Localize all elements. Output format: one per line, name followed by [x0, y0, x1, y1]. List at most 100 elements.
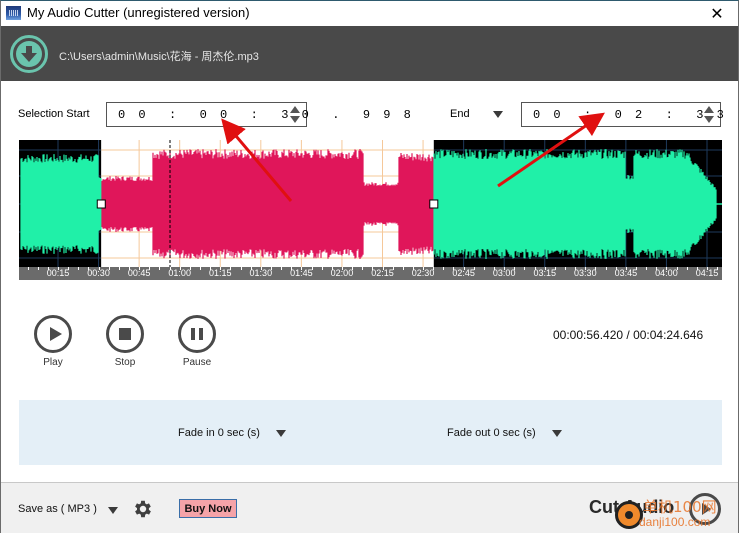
waveform-right — [433, 149, 717, 259]
timeline-tick — [707, 267, 708, 270]
timeline-tick — [412, 267, 414, 270]
play-button[interactable]: Play — [33, 315, 73, 368]
spin-up-icon[interactable] — [290, 106, 300, 113]
spin-down-icon[interactable] — [704, 116, 714, 123]
timeline-tick — [524, 267, 526, 270]
file-path: C:\Users\admin\Music\花海 - 周杰伦.mp3 — [59, 51, 259, 63]
timeline-tick — [250, 267, 252, 270]
timeline-tick — [311, 267, 313, 270]
timeline-tick — [27, 267, 29, 270]
timeline-tick — [514, 267, 516, 270]
end-dropdown-icon[interactable] — [493, 111, 503, 118]
selection-start-spinner[interactable] — [290, 106, 300, 124]
timeline-tick — [504, 267, 506, 270]
timeline-tick — [565, 267, 567, 270]
title-bar: My Audio Cutter (unregistered version) ✕ — [1, 1, 738, 26]
stop-icon — [106, 315, 144, 353]
waveform-panel[interactable]: 00:15 00:30 00:45 01:00 01:15 01:30 01:45 02:00… — [19, 140, 722, 280]
spin-up-icon[interactable] — [704, 106, 714, 113]
timeline-tick — [78, 267, 80, 270]
waveform[interactable] — [19, 140, 722, 267]
timeline-tick — [392, 267, 394, 270]
timeline-tick — [443, 267, 445, 270]
timeline-tick — [47, 267, 49, 270]
selection-start-handle[interactable] — [96, 199, 106, 209]
timeline-tick — [189, 267, 191, 270]
timeline-tick — [372, 267, 374, 270]
timeline-tick — [291, 267, 293, 270]
timeline-tick — [636, 267, 638, 270]
save-as-label[interactable]: Save as ( MP3 ) — [18, 503, 97, 515]
pause-button[interactable]: Pause — [177, 315, 217, 368]
timeline-tick — [199, 267, 201, 270]
timeline-tick — [696, 267, 698, 270]
timeline-tick — [544, 267, 546, 270]
fade-out-dropdown-icon[interactable] — [552, 430, 562, 437]
timeline-tick — [98, 267, 100, 270]
timeline-tick — [575, 267, 577, 270]
timeline-tick — [554, 267, 556, 270]
timeline-tick — [37, 267, 39, 270]
timeline-tick — [686, 267, 688, 270]
play-label: Play — [43, 357, 63, 368]
timeline-tick — [352, 267, 354, 270]
timeline-tick — [179, 267, 181, 270]
timeline-tick — [483, 267, 485, 270]
open-file-button[interactable] — [10, 35, 48, 73]
selection-end-spinner[interactable] — [704, 106, 714, 124]
play-icon — [34, 315, 72, 353]
timeline-tick — [534, 267, 536, 270]
bottom-bar: Save as ( MP3 ) Buy Now Cut Audio — [1, 482, 738, 533]
timeline-tick — [463, 267, 465, 270]
timeline-tick — [585, 267, 587, 270]
timeline-tick — [494, 267, 496, 270]
selection-start-value[interactable]: 0 0 : 0 0 : 3 0 . 9 9 8 — [118, 108, 414, 122]
window-title: My Audio Cutter (unregistered version) — [27, 5, 250, 20]
timeline-tick — [423, 267, 425, 270]
cut-audio-label[interactable]: Cut Audio — [589, 497, 674, 518]
timeline-tick — [453, 267, 455, 270]
end-label: End — [450, 108, 470, 120]
timeline-tick — [595, 267, 597, 270]
timeline-tick — [68, 267, 70, 270]
timeline-tick — [605, 267, 607, 270]
timeline-tick — [118, 267, 120, 270]
timeline-tick — [341, 267, 343, 270]
timeline-tick — [666, 267, 668, 270]
timeline-tick — [260, 267, 262, 270]
timeline-tick — [646, 267, 648, 270]
timeline-tick — [159, 267, 161, 270]
position-readout: 00:00:56.420 / 00:04:24.646 — [553, 328, 704, 342]
stop-button[interactable]: Stop — [105, 315, 145, 368]
timeline-tick — [676, 267, 678, 270]
close-button[interactable]: ✕ — [700, 1, 734, 26]
timeline-tick — [108, 267, 110, 270]
timeline-tick — [321, 267, 323, 270]
selection-start-input[interactable]: 0 0 : 0 0 : 3 0 . 9 9 8 — [106, 102, 411, 127]
timeline-tick — [382, 267, 384, 270]
timeline-tick — [301, 267, 303, 270]
selection-end-input[interactable]: 0 0 : 0 2 : 3 3 . 9 6 9 — [521, 102, 724, 127]
fade-out-label[interactable]: Fade out 0 sec (s) — [447, 427, 536, 439]
cut-audio-button[interactable] — [689, 493, 721, 525]
timeline-tick — [220, 267, 222, 270]
timeline-tick — [128, 267, 130, 270]
timeline-ruler[interactable]: 00:15 00:30 00:45 01:00 01:15 01:30 01:45 02:00… — [19, 267, 722, 280]
timeline-tick — [656, 267, 658, 270]
pause-label: Pause — [182, 357, 212, 368]
timeline-tick — [281, 267, 283, 270]
fade-in-dropdown-icon[interactable] — [276, 430, 286, 437]
spin-down-icon[interactable] — [290, 116, 300, 123]
fade-in-label[interactable]: Fade in 0 sec (s) — [178, 427, 260, 439]
selection-end-handle[interactable] — [429, 199, 439, 209]
download-circle-icon — [16, 41, 42, 67]
fade-panel: Fade in 0 sec (s) Fade out 0 sec (s) — [19, 400, 722, 465]
timeline-tick — [210, 267, 212, 270]
gear-icon[interactable] — [132, 498, 154, 520]
timeline-tick — [433, 267, 435, 270]
buy-now-button[interactable]: Buy Now — [179, 499, 237, 518]
timeline-tick — [88, 267, 90, 270]
waveform-left — [20, 154, 102, 254]
save-as-dropdown-icon[interactable] — [108, 507, 118, 514]
timeline-tick — [615, 267, 617, 270]
